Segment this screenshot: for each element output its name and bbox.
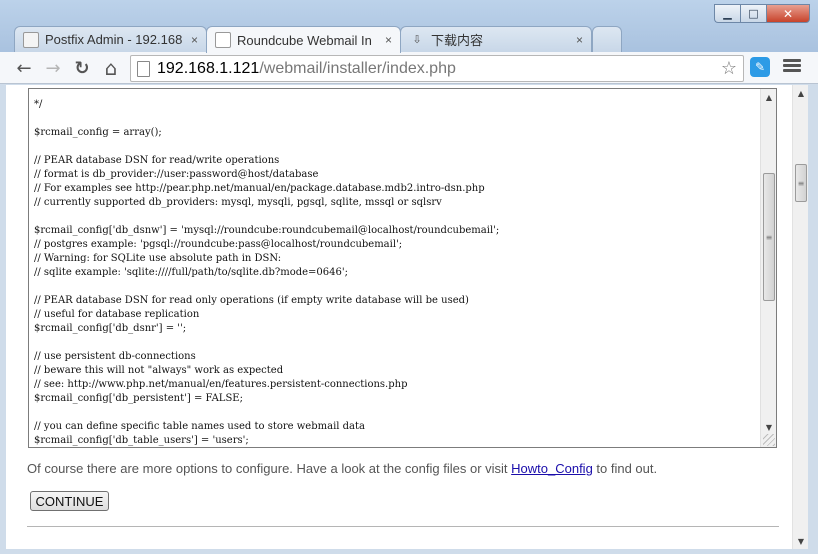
code-line: // use persistent db-connections xyxy=(34,351,196,362)
code-line: // beware this will not "always" work as… xyxy=(34,365,284,376)
page-scrollbar[interactable]: ▲ ≡ ▼ xyxy=(792,85,808,549)
tab-postfix-admin[interactable]: Postfix Admin - 192.168 × xyxy=(14,26,207,52)
config-code: */ $rcmail_config = array(); // PEAR datab… xyxy=(34,98,756,447)
scroll-thumb[interactable]: ≡ xyxy=(763,173,775,301)
tab-close-icon[interactable]: × xyxy=(191,33,198,47)
window-controls: ▁ □ ✕ xyxy=(714,4,810,23)
browser-toolbar: ← → ↻ ⌂ 192.168.1.121/webmail/installer/… xyxy=(0,52,818,84)
scroll-thumb[interactable]: ≡ xyxy=(795,164,807,202)
tab-title: Roundcube Webmail In xyxy=(237,32,372,48)
chrome-menu-icon[interactable] xyxy=(783,57,801,77)
code-line: // currently supported db_providers: mys… xyxy=(34,197,442,208)
scroll-up-arrow-icon[interactable]: ▲ xyxy=(761,89,776,105)
forward-button[interactable]: → xyxy=(41,56,65,80)
download-icon: ⇩ xyxy=(412,33,422,46)
code-line: $rcmail_config['db_dsnw'] = 'mysql://rou… xyxy=(34,225,500,236)
reload-button[interactable]: ↻ xyxy=(70,56,94,80)
maximize-button[interactable]: □ xyxy=(740,4,766,23)
howto-config-link[interactable]: Howto_Config xyxy=(511,461,593,476)
code-line: // useful for database replication xyxy=(34,309,200,320)
resize-grip-icon[interactable] xyxy=(763,434,775,446)
divider xyxy=(27,526,779,527)
tab-close-icon[interactable]: × xyxy=(385,33,392,47)
tab-downloads[interactable]: ⇩ 下载内容 × xyxy=(400,26,592,52)
code-line: // format is db_provider://user:password… xyxy=(34,169,319,180)
code-line: $rcmail_config['db_dsnr'] = ''; xyxy=(34,323,187,334)
home-button[interactable]: ⌂ xyxy=(99,56,123,80)
tab-roundcube-installer[interactable]: Roundcube Webmail In × xyxy=(206,26,401,53)
code-line: // For examples see http://pear.php.net/… xyxy=(34,183,485,194)
code-line: // you can define specific table names u… xyxy=(34,421,365,432)
code-line: // PEAR database DSN for read/write oper… xyxy=(34,155,280,166)
page-icon xyxy=(137,61,150,77)
config-textarea[interactable]: */ $rcmail_config = array(); // PEAR datab… xyxy=(28,88,777,448)
code-line: // PEAR database DSN for read only opera… xyxy=(34,295,469,306)
url-host: 192.168.1.121 xyxy=(157,60,260,77)
minimize-button[interactable]: ▁ xyxy=(714,4,740,23)
bookmark-star-icon[interactable]: ☆ xyxy=(721,58,737,79)
scroll-down-arrow-icon[interactable]: ▼ xyxy=(793,533,809,549)
tab-close-icon[interactable]: × xyxy=(576,33,583,47)
new-tab-button[interactable] xyxy=(592,26,622,52)
code-line: $rcmail_config = array(); xyxy=(34,127,162,138)
close-window-button[interactable]: ✕ xyxy=(766,4,810,23)
continue-button[interactable]: CONTINUE xyxy=(30,491,109,511)
tab-title: Postfix Admin - 192.168 xyxy=(45,32,183,47)
tab-title: 下载内容 xyxy=(431,33,484,48)
roundcube-favicon xyxy=(215,32,231,48)
browser-window: ▁ □ ✕ Postfix Admin - 192.168 × Roundcub… xyxy=(0,0,818,554)
back-button[interactable]: ← xyxy=(12,56,36,80)
code-line: $rcmail_config['db_persistent'] = FALSE; xyxy=(34,393,243,404)
code-line: // postgres example: 'pgsql://roundcube:… xyxy=(34,239,403,250)
address-bar[interactable]: 192.168.1.121/webmail/installer/index.ph… xyxy=(130,55,744,82)
code-line: // sqlite example: 'sqlite:////full/path… xyxy=(34,267,348,278)
url-text: 192.168.1.121/webmail/installer/index.ph… xyxy=(157,60,456,78)
code-line: // see: http://www.php.net/manual/en/fea… xyxy=(34,379,408,390)
scroll-up-arrow-icon[interactable]: ▲ xyxy=(793,85,809,101)
textarea-scrollbar[interactable]: ▲ ≡ ▼ xyxy=(760,89,776,447)
scroll-down-arrow-icon[interactable]: ▼ xyxy=(761,419,776,435)
config-note: Of course there are more options to conf… xyxy=(27,461,658,476)
url-path: /webmail/installer/index.php xyxy=(259,60,456,77)
postfix-favicon xyxy=(23,31,39,48)
code-line: // Warning: for SQLite use absolute path… xyxy=(34,253,282,264)
code-line: $rcmail_config['db_table_users'] = 'user… xyxy=(34,435,249,446)
code-line: */ xyxy=(34,99,43,110)
page-content: */ $rcmail_config = array(); // PEAR datab… xyxy=(6,85,792,549)
extension-icon[interactable]: ✎ xyxy=(750,57,770,77)
